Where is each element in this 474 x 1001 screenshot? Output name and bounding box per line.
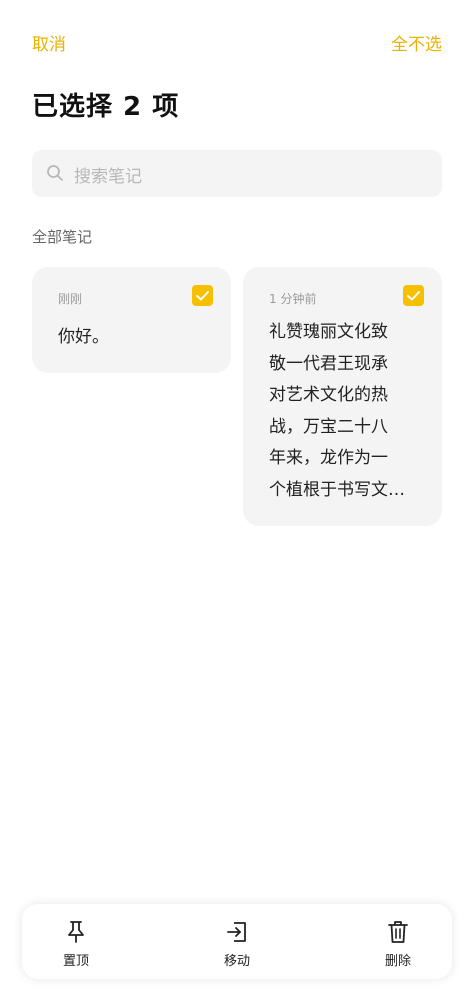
bottom-toolbar: 置顶 移动 删除 (22, 904, 452, 979)
search-input-placeholder[interactable]: 搜索笔记 (74, 162, 142, 187)
selected-checkbox[interactable] (192, 285, 213, 306)
pin-label: 置顶 (62, 954, 89, 969)
note-card[interactable]: 刚刚 你好。 (32, 267, 231, 373)
move-label: 移动 (223, 954, 250, 969)
note-content: 你好。 (58, 322, 207, 347)
note-selection-screen: 取消 全不选 已选择 2 项 搜索笔记 全部笔记 刚刚 你好。 1 分钟前 礼赞… (0, 0, 474, 1001)
pin-button[interactable]: 置顶 (44, 918, 108, 969)
top-bar: 取消 全不选 (32, 30, 442, 56)
note-line: 个植根于书写文… (269, 479, 405, 500)
note-timestamp: 1 分钟前 (269, 292, 317, 306)
trash-icon (366, 918, 430, 946)
move-icon (205, 918, 269, 946)
note-line: 敬一代君王现承 (269, 353, 388, 374)
search-bar[interactable]: 搜索笔记 (32, 150, 442, 197)
checkmark-icon (407, 291, 420, 301)
delete-label: 删除 (384, 954, 411, 969)
selected-checkbox[interactable] (403, 285, 424, 306)
note-line: 对艺术文化的热 (269, 385, 388, 405)
move-button[interactable]: 移动 (205, 918, 269, 969)
note-timestamp: 刚刚 (58, 292, 83, 306)
deselect-all-button[interactable]: 全不选 (391, 30, 442, 55)
note-card[interactable]: 1 分钟前 礼赞瑰丽文化致 敬一代君王现承 对艺术文化的热 战，万宝二十八 年来… (243, 267, 442, 526)
delete-button[interactable]: 删除 (366, 918, 430, 969)
checkmark-icon (196, 291, 209, 301)
pin-icon (44, 918, 108, 946)
note-line: 你好。 (58, 327, 109, 347)
cancel-button[interactable]: 取消 (32, 30, 66, 55)
note-line: 年来，龙作为一 (269, 448, 388, 468)
page-title: 已选择 2 项 (32, 92, 180, 122)
note-content: 礼赞瑰丽文化致 敬一代君王现承 对艺术文化的热 战，万宝二十八 年来，龙作为一 … (269, 317, 418, 506)
note-line: 礼赞瑰丽文化致 (269, 322, 388, 342)
note-line: 战，万宝二十八 (269, 416, 388, 437)
search-icon (46, 164, 64, 182)
section-label: 全部笔记 (32, 228, 93, 246)
